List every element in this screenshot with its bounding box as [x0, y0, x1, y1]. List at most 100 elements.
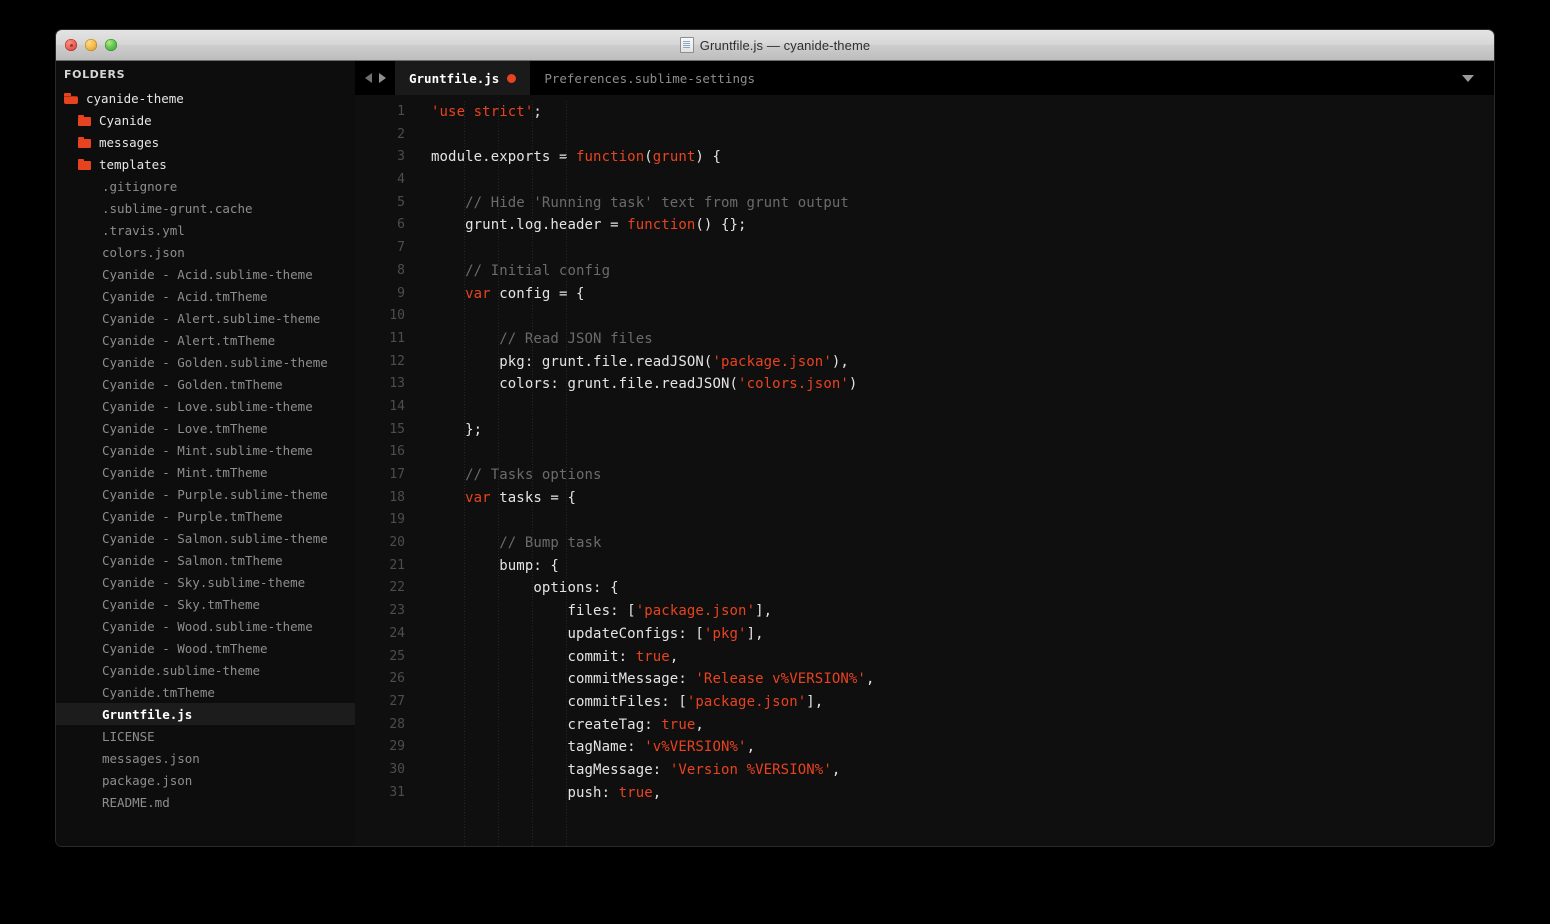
tree-file-item[interactable]: package.json [56, 769, 355, 791]
code-lines: 'use strict'; module.exports = function(… [431, 101, 1494, 804]
document-icon [679, 37, 694, 53]
close-window-button[interactable] [65, 39, 77, 51]
tree-file-item[interactable]: messages.json [56, 747, 355, 769]
tree-file-item[interactable]: Cyanide - Mint.tmTheme [56, 461, 355, 483]
code-token: = { [558, 285, 585, 302]
tree-file-item[interactable]: Cyanide - Golden.tmTheme [56, 373, 355, 395]
tree-item-label: Cyanide [99, 112, 152, 128]
code-line: 'use strict'; [431, 101, 1494, 124]
code-token: 'Version %VERSION%' [669, 761, 832, 778]
tab-bar: Gruntfile.js Preferences.sublime-settings [355, 61, 1494, 95]
code-token: var [465, 489, 491, 506]
line-number: 10 [389, 308, 405, 324]
code-token: 'v%VERSION%' [644, 739, 747, 756]
tree-file-item[interactable]: Cyanide - Mint.sublime-theme [56, 439, 355, 461]
line-number-gutter: 1 2 3 4 5 6 7 8 9 10 11 12 13 14 15 16 17 18 19 20 21 22 23 24 2… [355, 95, 417, 846]
code-token: commitFiles: [ [431, 693, 687, 710]
tree-folder-item[interactable]: messages [56, 131, 355, 153]
line-number: 22 [389, 580, 405, 596]
tree-file-item[interactable]: README.md [56, 791, 355, 813]
line-number: 15 [389, 421, 405, 437]
line-number: 9 [397, 285, 405, 301]
code-token: // Tasks options [431, 467, 602, 483]
tree-item-label: package.json [102, 772, 193, 788]
tree-item-label: Cyanide - Mint.sublime-theme [102, 442, 313, 458]
tree-item-label: Cyanide - Purple.sublime-theme [102, 486, 328, 502]
tree-file-item[interactable]: Cyanide - Acid.sublime-theme [56, 263, 355, 285]
tree-file-item[interactable]: Cyanide - Love.sublime-theme [56, 395, 355, 417]
tree-folder-item[interactable]: Cyanide [56, 109, 355, 131]
tab-overflow-button[interactable] [1454, 61, 1482, 95]
code-token: ; [533, 104, 542, 120]
tree-file-item[interactable]: Gruntfile.js [56, 703, 355, 725]
tree-folder-item[interactable]: templates [56, 153, 355, 175]
code-token: push: [431, 784, 619, 801]
code-content[interactable]: 'use strict'; module.exports = function(… [417, 95, 1494, 846]
tree-file-item[interactable]: .sublime-grunt.cache [56, 197, 355, 219]
code-token: commitMessage: [431, 671, 696, 688]
tree-item-label: Cyanide - Alert.tmTheme [102, 332, 276, 348]
tree-file-item[interactable]: Cyanide - Wood.tmTheme [56, 637, 355, 659]
code-line: // Tasks options [431, 464, 1494, 487]
code-area[interactable]: 1 2 3 4 5 6 7 8 9 10 11 12 13 14 15 16 17 18 19 20 21 22 23 24 2… [355, 95, 1494, 846]
code-token: 'pkg' [703, 625, 747, 642]
unsaved-changes-icon[interactable] [507, 73, 517, 83]
code-token: function [576, 149, 645, 166]
editor-tab[interactable]: Gruntfile.js [395, 61, 531, 95]
tree-item-label: messages.json [102, 750, 200, 766]
code-token: module.exports [431, 149, 559, 166]
code-token: , [669, 648, 679, 665]
sidebar: FOLDERS cyanide-theme Cyanide messages temp… [56, 61, 355, 846]
tree-file-item[interactable]: Cyanide - Purple.sublime-theme [56, 483, 355, 505]
tree-file-item[interactable]: Cyanide - Sky.sublime-theme [56, 571, 355, 593]
code-line: tagName: 'v%VERSION%', [431, 736, 1494, 759]
code-token: updateConfigs: [ [431, 625, 704, 642]
line-number: 25 [389, 648, 405, 664]
tree-file-item[interactable]: Cyanide - Alert.sublime-theme [56, 307, 355, 329]
code-token: 'package.json' [712, 353, 832, 370]
line-number: 23 [389, 603, 405, 619]
tree-file-item[interactable]: Cyanide.sublime-theme [56, 659, 355, 681]
folder-open-icon [64, 92, 78, 104]
tree-file-item[interactable]: Cyanide.tmTheme [56, 681, 355, 703]
tree-file-item[interactable]: Cyanide - Wood.sublime-theme [56, 615, 355, 637]
tree-item-label: Cyanide - Purple.tmTheme [102, 508, 283, 524]
tree-item-label: cyanide-theme [86, 90, 184, 106]
tree-file-item[interactable]: Cyanide - Golden.sublime-theme [56, 351, 355, 373]
tree-file-item[interactable]: .gitignore [56, 175, 355, 197]
tree-file-item[interactable]: Cyanide - Sky.tmTheme [56, 593, 355, 615]
code-token: , [831, 761, 841, 778]
code-token: ) { [695, 149, 722, 166]
tree-file-item[interactable]: Cyanide - Purple.tmTheme [56, 505, 355, 527]
code-line: push: true, [431, 782, 1494, 805]
tab-list: Gruntfile.js Preferences.sublime-settings [395, 61, 770, 95]
tree-file-item[interactable]: Cyanide - Salmon.sublime-theme [56, 527, 355, 549]
code-token: ], [755, 603, 773, 620]
tree-file-item[interactable]: Cyanide - Salmon.tmTheme [56, 549, 355, 571]
tree-folder-item[interactable]: cyanide-theme [56, 87, 355, 109]
line-number: 31 [389, 784, 405, 800]
tree-item-label: .travis.yml [102, 222, 185, 238]
code-token: , [695, 716, 704, 733]
tree-item-label: Cyanide - Wood.sublime-theme [102, 618, 313, 634]
tree-file-item[interactable]: Cyanide - Alert.tmTheme [56, 329, 355, 351]
code-line: files: ['package.json'], [431, 600, 1494, 623]
triangle-right-icon[interactable] [378, 73, 386, 83]
editor-tab[interactable]: Preferences.sublime-settings [530, 61, 770, 95]
maximize-window-button[interactable] [105, 39, 117, 51]
line-number: 24 [389, 625, 405, 641]
tree-file-item[interactable]: Cyanide - Love.tmTheme [56, 417, 355, 439]
tree-file-item[interactable]: LICENSE [56, 725, 355, 747]
code-line: commitMessage: 'Release v%VERSION%', [431, 668, 1494, 691]
tree-file-item[interactable]: colors.json [56, 241, 355, 263]
code-line: // Hide 'Running task' text from grunt o… [431, 192, 1494, 215]
triangle-left-icon[interactable] [364, 73, 372, 83]
code-token: true [635, 648, 670, 665]
line-number: 28 [389, 716, 405, 732]
minimize-window-button[interactable] [85, 39, 97, 51]
tree-file-item[interactable]: .travis.yml [56, 219, 355, 241]
tree-file-item[interactable]: Cyanide - Acid.tmTheme [56, 285, 355, 307]
